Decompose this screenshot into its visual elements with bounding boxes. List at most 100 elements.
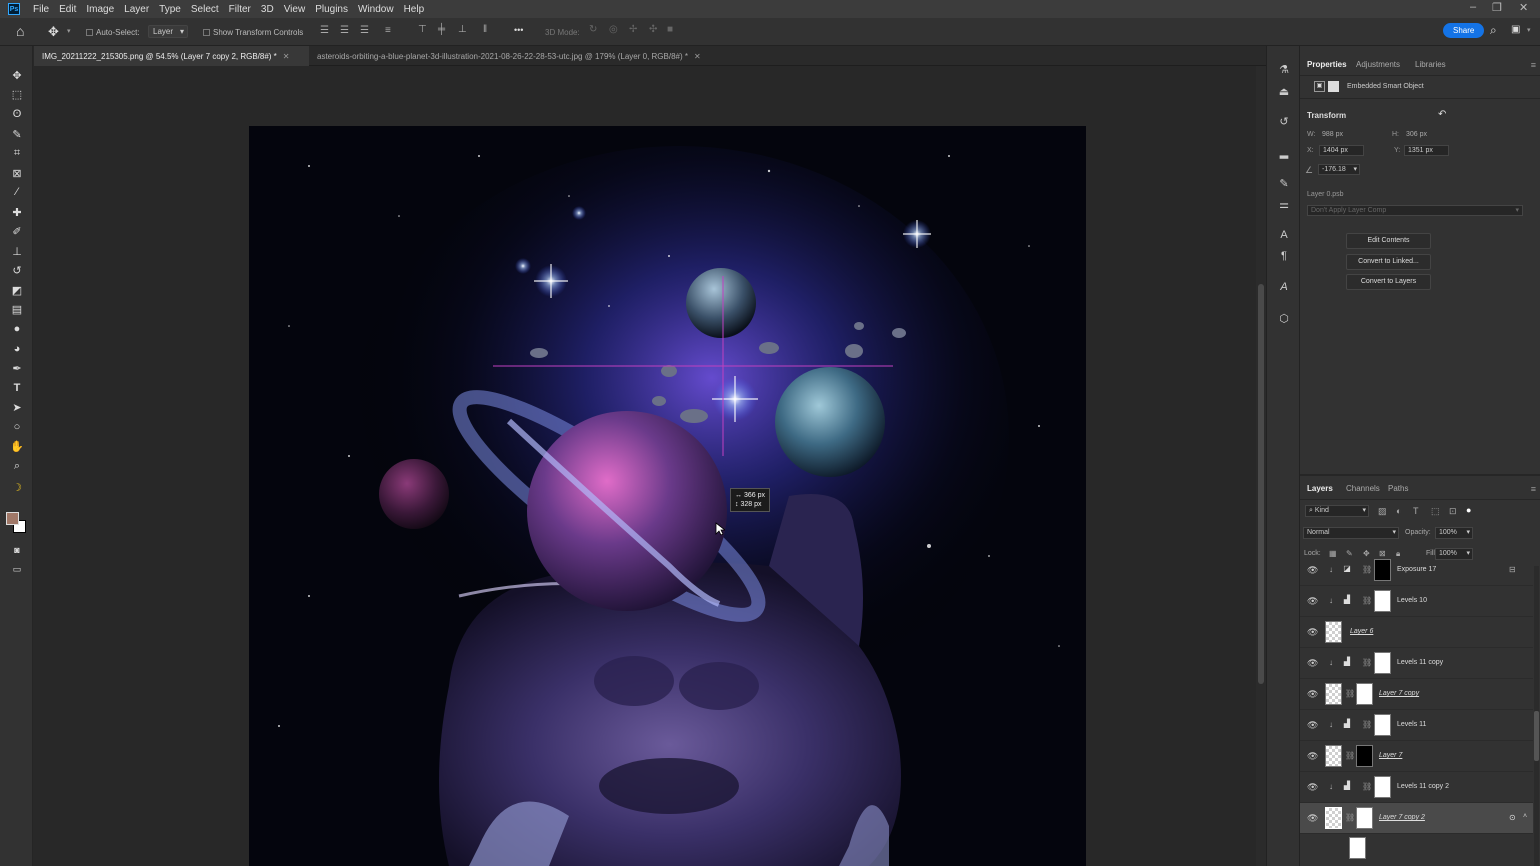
layer-mask-thumbnail[interactable]	[1356, 807, 1373, 829]
h-value[interactable]: 306 px	[1406, 131, 1427, 138]
layer-name[interactable]: Exposure 17	[1397, 566, 1436, 573]
3d-cube-icon[interactable]: ⬡	[1277, 311, 1291, 325]
canvas-area[interactable]: ↔ 366 px ↕ 328 px	[34, 66, 1256, 866]
layer-name[interactable]: Levels 11 copy 2	[1397, 783, 1449, 790]
layers-scrollbar-thumb[interactable]	[1534, 711, 1539, 761]
zoom-tool-icon[interactable]: ⌕	[9, 458, 25, 474]
distribute-vertical-icon[interactable]: ‖	[483, 24, 487, 35]
lasso-tool-icon[interactable]: ʘ	[9, 106, 25, 122]
layer-row[interactable]: 👁︎ Layer 6	[1300, 617, 1533, 648]
close-tab-icon[interactable]: ✕	[694, 52, 701, 61]
layer-row[interactable]: 👁︎ ⛓︎ Layer 7	[1300, 741, 1533, 772]
tab-channels[interactable]: Channels	[1346, 484, 1380, 493]
clone-stamp-tool-icon[interactable]: ⊥	[9, 243, 25, 259]
layer-thumbnail[interactable]	[1325, 807, 1342, 829]
align-top-icon[interactable]: ⊤	[418, 24, 427, 35]
align-right-icon[interactable]: ☰	[360, 25, 369, 36]
quick-select-tool-icon[interactable]: ✎	[9, 126, 25, 142]
layer-row[interactable]: 👁︎ ↓ ◪ ⛓︎ Exposure 17 ⊟	[1300, 555, 1533, 586]
layer-thumbnail[interactable]	[1325, 745, 1342, 767]
layer-name[interactable]: Layer 7	[1379, 752, 1402, 759]
layer-mask-thumbnail[interactable]	[1374, 714, 1391, 736]
layer-effects-icon[interactable]: ⊟	[1509, 565, 1516, 574]
edit-toolbar-icon[interactable]: ☽	[9, 479, 25, 495]
link-chain-icon[interactable]: ⛓︎	[1345, 813, 1355, 822]
smart-filter-icon[interactable]: ⊙	[1509, 813, 1516, 822]
visibility-eye-icon[interactable]: 👁︎	[1307, 565, 1318, 576]
convert-to-linked-button[interactable]: Convert to Linked...	[1346, 254, 1431, 270]
restore-icon[interactable]: ❐	[1492, 1, 1502, 14]
close-icon[interactable]: ✕	[1519, 1, 1528, 14]
move-tool-icon[interactable]: ✥	[48, 24, 59, 40]
filter-shape-icon[interactable]: ⬚	[1431, 506, 1440, 517]
menu-layer[interactable]: Layer	[119, 4, 154, 15]
align-center-icon[interactable]: ☰	[340, 25, 349, 36]
foreground-color-swatch[interactable]	[6, 512, 19, 525]
y-field[interactable]: 1351 px	[1404, 145, 1449, 156]
tool-preset-chevron-icon[interactable]: ▾	[67, 27, 71, 35]
menu-3d[interactable]: 3D	[256, 4, 279, 15]
workspace-chevron-icon[interactable]: ▾	[1527, 26, 1531, 34]
glyphs-icon[interactable]: A	[1277, 280, 1291, 294]
menu-select[interactable]: Select	[186, 4, 224, 15]
layer-name[interactable]: Layer 7 copy	[1379, 690, 1419, 697]
show-transform-checkbox[interactable]	[203, 29, 210, 36]
move-tool-icon[interactable]: ✥	[9, 67, 25, 83]
gradient-tool-icon[interactable]: ▤	[9, 301, 25, 317]
layer-name[interactable]: Layer 6	[1350, 628, 1373, 635]
layers-scrollbar[interactable]	[1534, 566, 1539, 866]
workspace-icon[interactable]: ▣	[1511, 24, 1520, 35]
layer-name[interactable]: Levels 10	[1397, 597, 1427, 604]
layer-name[interactable]: Levels 11	[1397, 721, 1426, 728]
menu-edit[interactable]: Edit	[54, 4, 81, 15]
learn-icon[interactable]: ⚗	[1277, 62, 1291, 76]
link-chain-icon[interactable]: ⛓︎	[1362, 658, 1372, 667]
layer-thumbnail[interactable]	[1325, 621, 1342, 643]
filter-adjustment-icon[interactable]: ◐	[1396, 506, 1401, 516]
menu-plugins[interactable]: Plugins	[310, 4, 353, 15]
adjustments-sliders-icon[interactable]: ⚌	[1277, 197, 1291, 211]
angle-field[interactable]: -176.18 ▾	[1318, 164, 1360, 175]
align-middle-icon[interactable]: ╪	[438, 24, 445, 35]
reset-transform-icon[interactable]: ↶	[1438, 109, 1446, 120]
document-tab-inactive[interactable]: asteroids-orbiting-a-blue-planet-3d-illu…	[309, 46, 709, 66]
pen-tool-icon[interactable]: ✒	[9, 360, 25, 376]
layer-mask-thumbnail[interactable]	[1374, 559, 1391, 581]
search-icon[interactable]: ⌕	[1490, 23, 1497, 38]
smart-filter-mask-thumbnail[interactable]	[1349, 837, 1366, 859]
hand-tool-icon[interactable]: ✋	[9, 438, 25, 454]
link-chain-icon[interactable]: ⛓︎	[1345, 689, 1355, 698]
panel-menu-icon[interactable]: ≡	[1531, 60, 1536, 70]
visibility-eye-icon[interactable]: 👁︎	[1307, 782, 1318, 793]
layer-mask-thumbnail[interactable]	[1356, 745, 1373, 767]
layer-row[interactable]: 👁︎ ↓ ▟ ⛓︎ Levels 11 copy	[1300, 648, 1533, 679]
menu-view[interactable]: View	[279, 4, 311, 15]
layer-row-selected[interactable]: 👁︎ ⛓︎ Layer 7 copy 2 ⊙ ˄	[1300, 803, 1533, 834]
frame-tool-icon[interactable]: ⊠	[9, 165, 25, 181]
histogram-icon[interactable]: ▂	[1277, 145, 1291, 159]
screen-mode-icon[interactable]: ▭	[9, 561, 25, 577]
layer-filter-select[interactable]: ⌕ Kind ▾	[1305, 505, 1369, 517]
filter-type-icon[interactable]: T	[1413, 506, 1419, 516]
link-chain-icon[interactable]: ⛓︎	[1362, 720, 1372, 729]
dodge-tool-icon[interactable]: ◕	[9, 341, 25, 357]
eyedropper-tool-icon[interactable]: ⁄	[9, 184, 25, 200]
brushes-icon[interactable]: ✎	[1277, 176, 1291, 190]
character-icon[interactable]: A	[1277, 228, 1291, 242]
link-chain-icon[interactable]: ⛓︎	[1362, 782, 1372, 791]
plugin-icon[interactable]: ⏏	[1277, 84, 1291, 98]
scrollbar-thumb[interactable]	[1258, 284, 1264, 684]
path-selection-tool-icon[interactable]: ➤	[9, 399, 25, 415]
align-bottom-icon[interactable]: ⊥	[458, 24, 467, 35]
layer-mask-thumbnail[interactable]	[1374, 590, 1391, 612]
eraser-tool-icon[interactable]: ◩	[9, 282, 25, 298]
auto-select-checkbox[interactable]	[86, 29, 93, 36]
quick-mask-icon[interactable]: ◙	[9, 542, 25, 558]
history-brush-tool-icon[interactable]: ↺	[9, 262, 25, 278]
opacity-field[interactable]: 100% ▾	[1435, 527, 1473, 539]
layer-thumbnail[interactable]	[1325, 683, 1342, 705]
close-tab-icon[interactable]: ✕	[283, 52, 290, 61]
visibility-eye-icon[interactable]: 👁︎	[1307, 689, 1318, 700]
marquee-tool-icon[interactable]: ⬚	[9, 86, 25, 102]
collapse-chevron-icon[interactable]: ˄	[1523, 813, 1527, 820]
